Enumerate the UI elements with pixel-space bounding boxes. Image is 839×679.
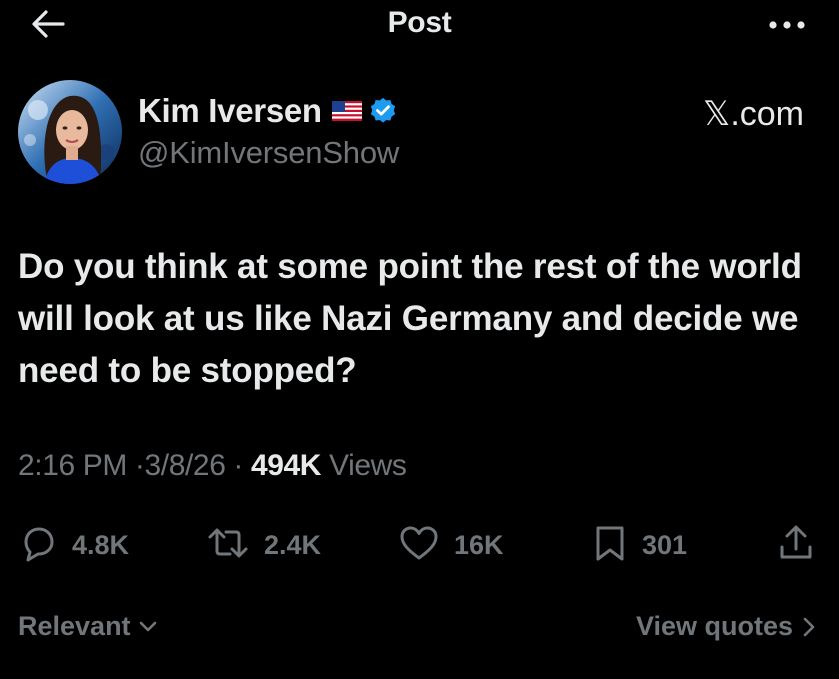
author-display-name[interactable]: Kim Iversen — [138, 92, 322, 130]
views-count: 494K — [250, 449, 322, 482]
repost-button[interactable]: 2.4K — [206, 520, 321, 570]
author-handle[interactable]: @KimIversenShow — [138, 135, 399, 171]
us-flag-icon — [331, 101, 362, 121]
repost-icon — [206, 523, 250, 568]
post-meta: 2:16 PM ·3/8/26 · 494K Views — [18, 449, 407, 483]
top-bar: Post — [0, 0, 839, 56]
heart-icon — [398, 523, 440, 568]
post-time: 2:16 PM — [18, 449, 127, 482]
more-horizontal-icon — [767, 17, 807, 35]
sort-label: Relevant — [18, 611, 131, 641]
avatar[interactable] — [18, 80, 122, 184]
more-options-button[interactable] — [763, 12, 811, 40]
reply-icon — [18, 523, 58, 568]
reply-button[interactable]: 4.8K — [18, 520, 129, 570]
verified-badge-icon[interactable] — [368, 96, 398, 126]
action-bar: 4.8K 2.4K 16K 301 — [0, 520, 839, 570]
post-text: Do you think at some point the rest of t… — [18, 247, 802, 390]
chevron-down-icon — [139, 621, 157, 633]
post-date: 3/8/26 — [144, 449, 226, 482]
source-label: 𝕏.com — [702, 95, 804, 133]
page-title: Post — [387, 6, 452, 39]
like-count: 16K — [454, 529, 504, 560]
post-detail-screen: Post Kim Iversen @KimIversenShow 𝕏.com D… — [0, 0, 839, 679]
sort-replies-dropdown[interactable]: Relevant — [18, 611, 157, 642]
repost-count: 2.4K — [264, 529, 322, 560]
share-icon — [776, 523, 816, 568]
chevron-right-icon — [803, 617, 815, 637]
bookmark-icon — [592, 523, 628, 568]
views-label: Views — [329, 449, 407, 482]
bookmark-count: 301 — [642, 529, 688, 560]
author-name-row: Kim Iversen — [138, 92, 398, 130]
post-author: Kim Iversen @KimIversenShow 𝕏.com — [18, 80, 818, 190]
bookmark-button[interactable]: 301 — [592, 520, 687, 570]
share-button[interactable] — [776, 520, 816, 570]
meta-separator: · — [233, 449, 244, 482]
reply-count: 4.8K — [72, 529, 130, 560]
like-button[interactable]: 16K — [398, 520, 504, 570]
view-quotes-label: View quotes — [635, 611, 793, 641]
view-quotes-link[interactable]: View quotes — [636, 611, 815, 642]
